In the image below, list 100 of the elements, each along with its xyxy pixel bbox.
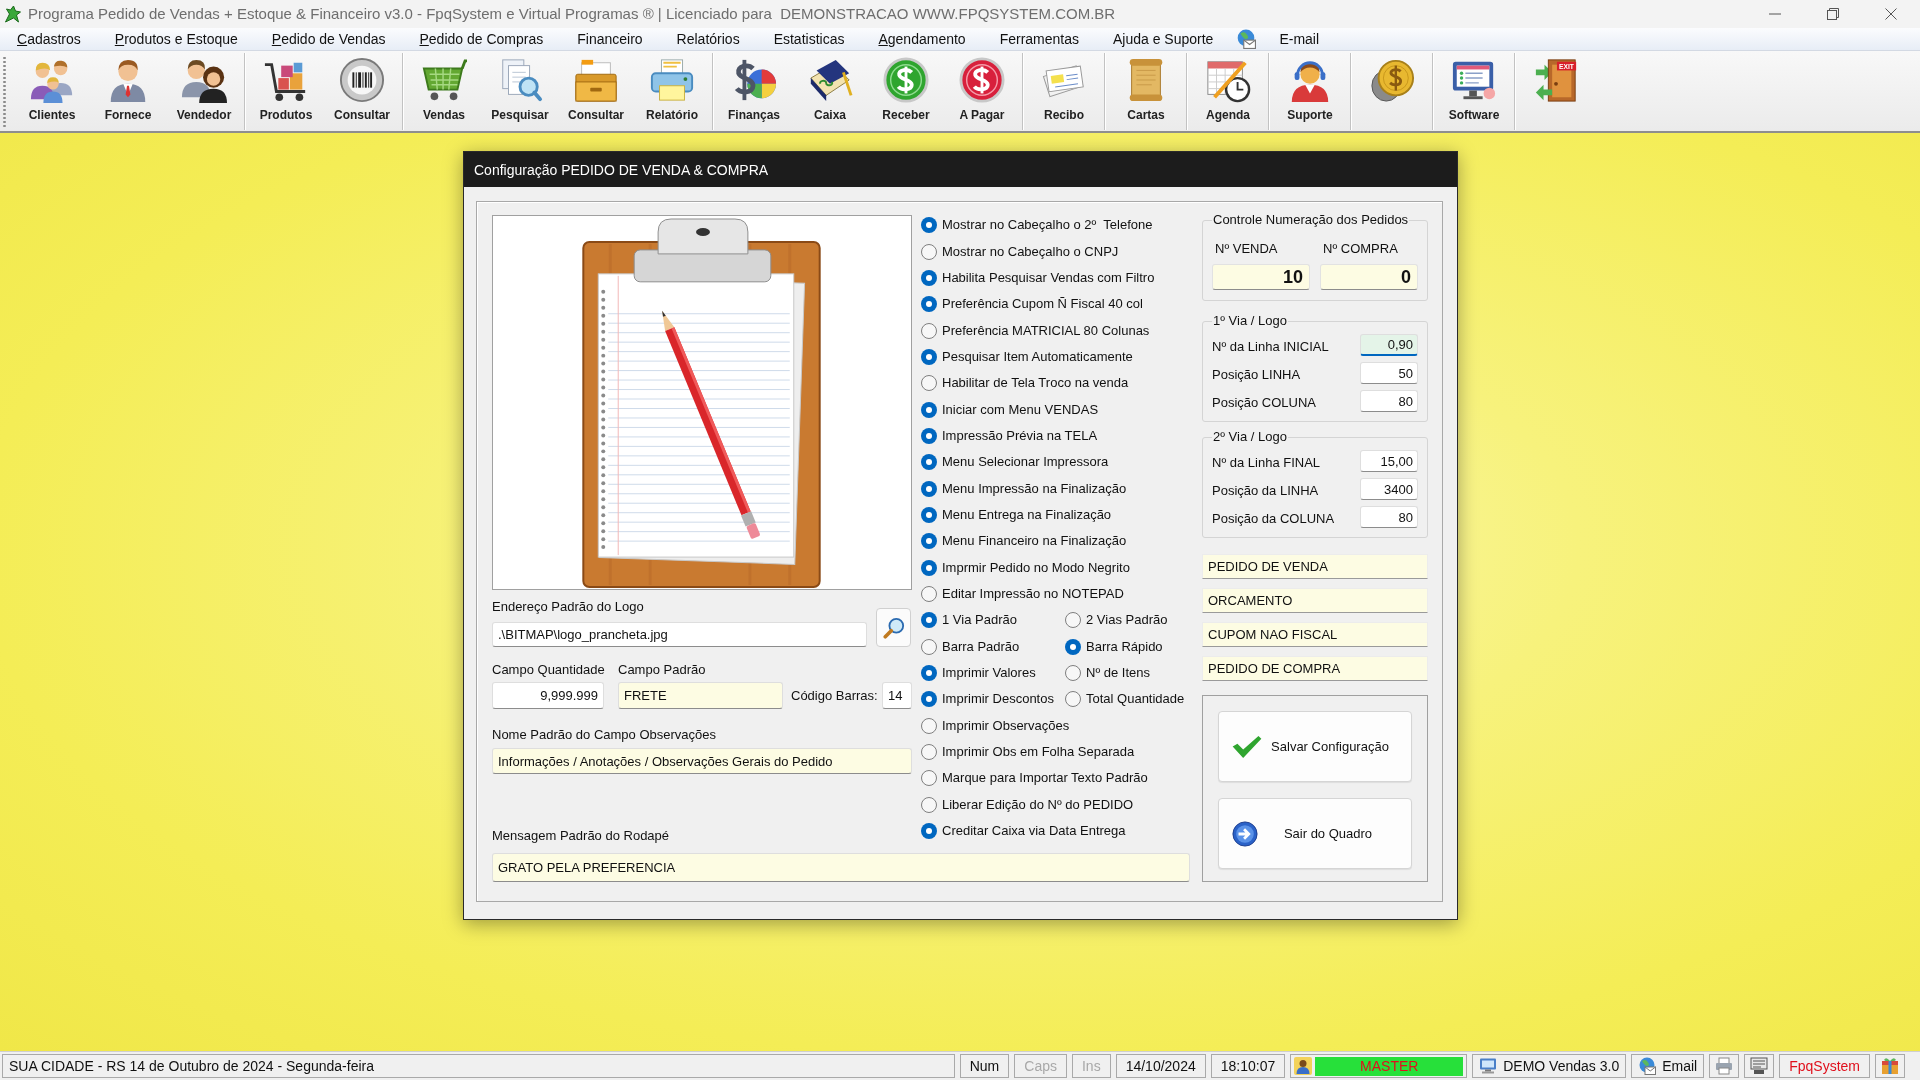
radio-option[interactable]: Preferência MATRICIAL 80 Colunas <box>921 322 1150 339</box>
menu-item[interactable]: Agendamento <box>861 29 983 49</box>
radio-option[interactable]: Habilita Pesquisar Vendas com Filtro <box>921 269 1155 286</box>
status-text: Email <box>1662 1057 1698 1075</box>
menu-item[interactable]: Pedido de Compras <box>402 29 561 49</box>
toolbar-button[interactable]: Fornece <box>90 53 166 131</box>
two-people-icon <box>181 57 227 103</box>
radio-option[interactable]: Marque para Importar Texto Padrão <box>921 770 1148 787</box>
menu-item[interactable]: Ajuda e Suporte <box>1096 29 1231 49</box>
logo-path-field[interactable]: .\BITMAP\logo_prancheta.jpg <box>492 622 867 647</box>
toolbar-button[interactable]: Vendas <box>406 53 482 131</box>
toolbar-grip[interactable] <box>2 56 7 128</box>
group-title: 2º Via / Logo <box>1212 429 1288 445</box>
key-indicator: Caps <box>1014 1054 1067 1078</box>
radio-option[interactable]: Imprimir Valores <box>921 665 1036 681</box>
quantity-field[interactable]: 9,999.999 <box>492 682 604 709</box>
radio-option[interactable]: Liberar Edição do Nº do PEDIDO <box>921 796 1134 813</box>
toolbar-button[interactable]: Vendedor <box>166 53 242 131</box>
barcode-field[interactable]: 14 <box>882 682 912 709</box>
globe-mail-icon[interactable] <box>1236 29 1257 49</box>
toolbar-button[interactable]: A Pagar <box>944 53 1020 131</box>
radio-option[interactable]: Mostrar no Cabeçalho o 2º Telefone <box>921 217 1153 234</box>
radio-option[interactable]: Habilitar de Tela Troco na venda <box>921 375 1129 392</box>
field-label: Campo Padrão <box>618 662 706 678</box>
field-label: Código Barras: <box>791 687 878 704</box>
radio-option[interactable]: Imprimir Descontos <box>921 691 1054 708</box>
radio-option[interactable]: Imprmir Pedido no Modo Negrito <box>921 559 1130 576</box>
radio-option[interactable]: Total Quantidade <box>1065 691 1185 708</box>
radio-option[interactable]: Creditar Caixa via Data Entrega <box>921 823 1126 840</box>
ledger-icon <box>807 57 853 103</box>
radio-option[interactable]: Menu Entrega na Finalização <box>921 506 1112 523</box>
basket-icon <box>421 57 467 103</box>
group-title: Controle Numeração dos Pedidos <box>1212 212 1410 228</box>
coin-icon[interactable] <box>1369 57 1415 103</box>
radio-option[interactable]: Mostrar no Cabeçalho o CNPJ <box>921 243 1119 260</box>
toolbar-button[interactable]: Receber <box>868 53 944 131</box>
field-label: Mensagem Padrão do Rodapé <box>492 828 671 845</box>
radio-option[interactable]: Editar Impressão no NOTEPAD <box>921 586 1124 602</box>
field-label: Nº VENDA <box>1214 241 1279 257</box>
monitor-icon <box>1750 1057 1769 1075</box>
toolbar-button[interactable]: Agenda <box>1190 53 1266 131</box>
toolbar-button[interactable]: Consultar <box>558 53 634 131</box>
toolbar-button[interactable]: Recibo <box>1026 53 1102 131</box>
toolbar-button[interactable]: Consultar <box>324 53 400 131</box>
document-title-field[interactable]: ORCAMENTO <box>1202 588 1428 613</box>
radio-option[interactable]: 2 Vias Padrão <box>1065 612 1168 629</box>
exit-button[interactable]: Sair do Quadro <box>1218 798 1412 869</box>
notes-name-field[interactable]: Informações / Anotações / Observações Gerais do Pedido <box>492 748 912 774</box>
radio-option[interactable]: Pesquisar Item Automaticamente <box>921 348 1133 365</box>
menu-item[interactable]: Cadastros <box>0 29 98 49</box>
radio-option[interactable]: Menu Selecionar Impressora <box>921 454 1109 471</box>
search-button[interactable] <box>876 608 911 647</box>
radio-option[interactable]: Barra Rápido <box>1065 638 1163 655</box>
radio-option[interactable]: Preferência Cupom Ñ Fiscal 40 col <box>921 296 1143 313</box>
save-button[interactable]: Salvar Configuração <box>1218 711 1412 782</box>
document-title-field[interactable]: PEDIDO DE COMPRA <box>1202 656 1428 681</box>
number-field[interactable]: 80 <box>1360 506 1418 528</box>
menu-item[interactable]: Estatisticas <box>756 29 862 49</box>
number-field[interactable]: 3400 <box>1360 478 1418 500</box>
field-label: Posição da LINHA <box>1212 482 1319 499</box>
radio-option[interactable]: Imprimir Observações <box>921 717 1070 734</box>
radio-option[interactable]: Impressão Prévia na TELA <box>921 427 1098 444</box>
document-title-field[interactable]: PEDIDO DE VENDA <box>1202 554 1428 579</box>
menu-item[interactable]: Financeiro <box>560 29 660 49</box>
menu-item[interactable]: Relatórios <box>659 29 757 49</box>
number-field[interactable]: 15,00 <box>1360 450 1418 472</box>
radio-option[interactable]: Barra Padrão <box>921 638 1020 655</box>
radio-option[interactable]: 1 Via Padrão <box>921 612 1017 629</box>
field-label: Posição da COLUNA <box>1212 510 1335 527</box>
number-field[interactable]: 0,90 <box>1360 334 1418 356</box>
toolbar-button[interactable]: Produtos <box>248 53 324 131</box>
toolbar-button[interactable]: Suporte <box>1272 53 1348 131</box>
default-field[interactable]: FRETE <box>618 682 783 709</box>
dollar-coin-icon <box>883 57 929 103</box>
number-field[interactable]: 10 <box>1212 264 1310 290</box>
menu-item[interactable]: Produtos e Estoque <box>97 29 255 49</box>
menu-item[interactable]: Pedido de Vendas <box>254 29 403 49</box>
toolbar-button[interactable]: Caixa <box>792 53 868 131</box>
toolbar-button[interactable]: Relatório <box>634 53 710 131</box>
field-label: Posição LINHA <box>1212 366 1301 383</box>
radio-option[interactable]: Menu Financeiro na Finalização <box>921 533 1127 550</box>
menu-item[interactable]: Ferramentas <box>982 29 1096 49</box>
status-text: 14/10/2024 <box>1115 1054 1206 1078</box>
number-field[interactable]: 0 <box>1320 264 1418 290</box>
radio-option[interactable]: Imprimir Obs em Folha Separada <box>921 744 1135 761</box>
toolbar-button[interactable]: Software <box>1436 53 1512 131</box>
toolbar-button[interactable]: Clientes <box>14 53 90 131</box>
menu-item[interactable]: E-mail <box>1262 29 1337 49</box>
toolbar-button[interactable]: Finanças <box>716 53 792 131</box>
status-text: DEMO Vendas 3.0 <box>1503 1057 1620 1075</box>
number-field[interactable]: 80 <box>1360 390 1418 412</box>
radio-option[interactable]: Iniciar com Menu VENDAS <box>921 401 1099 418</box>
number-field[interactable]: 50 <box>1360 362 1418 384</box>
document-title-field[interactable]: CUPOM NAO FISCAL <box>1202 622 1428 647</box>
radio-option[interactable]: Menu Impressão na Finalização <box>921 480 1127 497</box>
status-text: FpqSystem <box>1779 1054 1870 1078</box>
toolbar-button[interactable]: Cartas <box>1108 53 1184 131</box>
footer-message-field[interactable]: GRATO PELA PREFERENCIA <box>492 853 1190 883</box>
radio-option[interactable]: Nº de Itens <box>1065 665 1150 681</box>
toolbar-button[interactable]: Pesquisar <box>482 53 558 131</box>
